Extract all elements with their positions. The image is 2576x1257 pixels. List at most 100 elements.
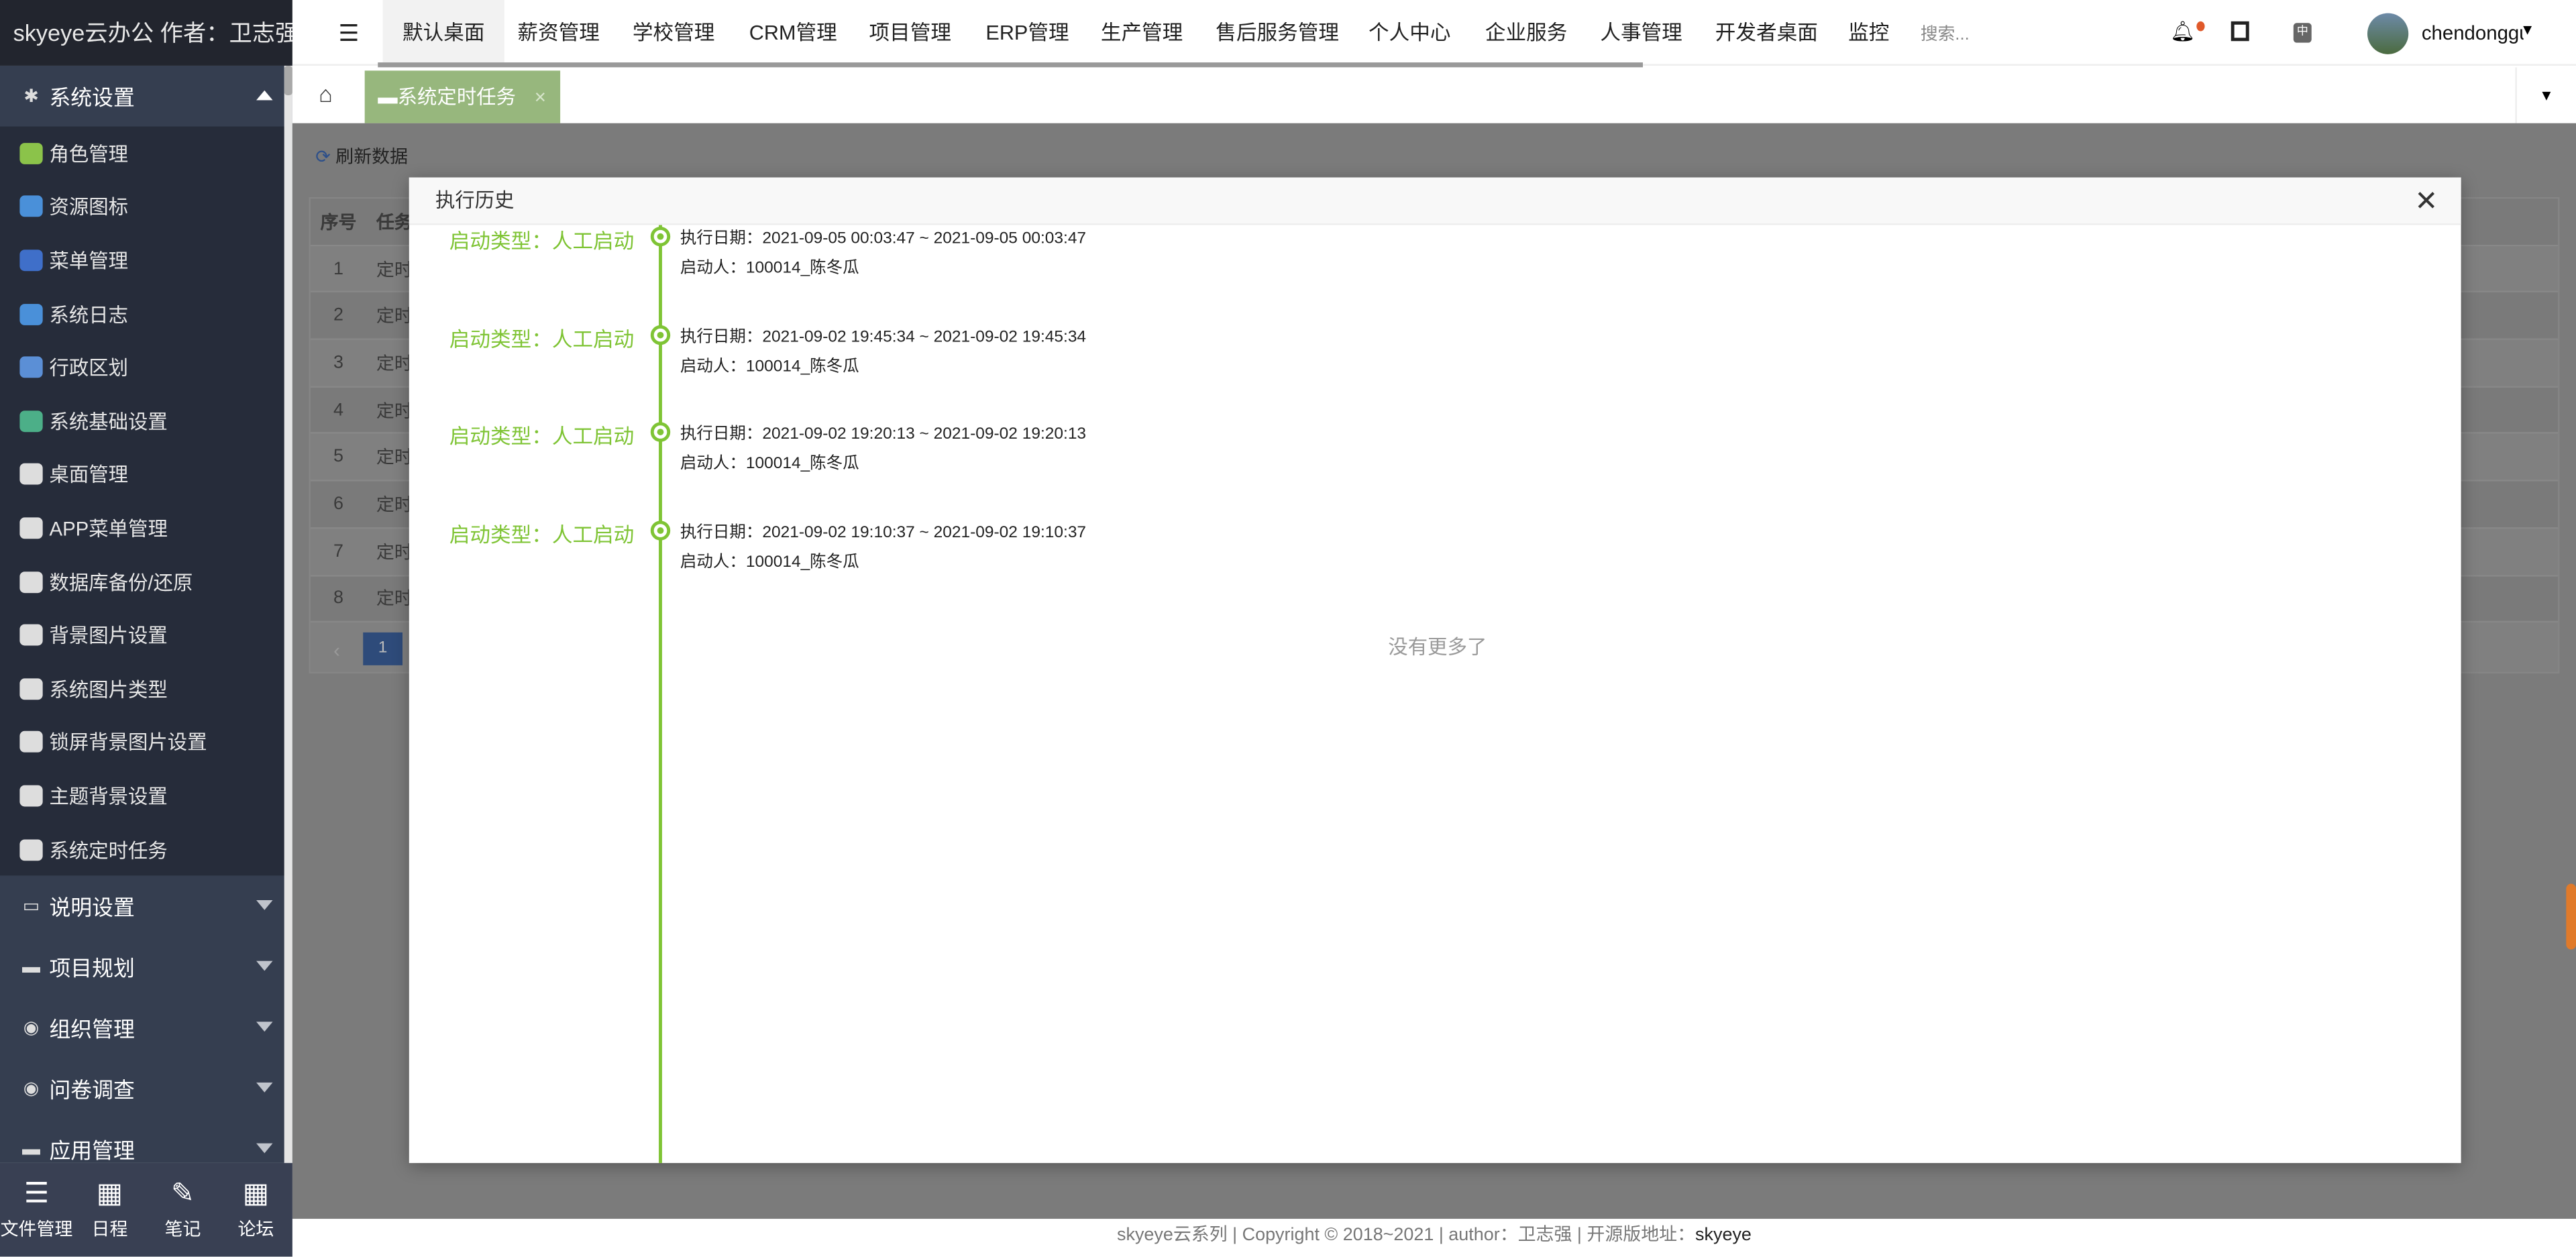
sidebar-item[interactable]: 资源图标 [0, 180, 292, 233]
avatar[interactable] [2367, 13, 2409, 54]
menu-collapse-icon[interactable]: ☰ [338, 19, 359, 48]
fullscreen-icon[interactable] [2231, 21, 2249, 42]
top-menu-item[interactable]: 售后服务管理 [1216, 0, 1339, 62]
top-menu-item[interactable]: 薪资管理 [517, 0, 599, 62]
timeline-entry: 执行日期：2021-09-02 19:20:13 ~ 2021-09-02 19… [680, 421, 1086, 480]
sidebar-scrollbar-thumb[interactable] [284, 65, 292, 96]
execution-date: 执行日期：2021-09-02 19:10:37 ~ 2021-09-02 19… [680, 524, 1087, 543]
shortcut-button[interactable]: ▦ 论坛 [219, 1163, 292, 1257]
sidebar-item-label: 主题背景设置 [49, 785, 168, 808]
table-cell: 7 [333, 541, 343, 561]
table-cell: 定时 [376, 260, 413, 280]
top-menu-item[interactable]: 生产管理 [1101, 0, 1183, 62]
sidebar-item[interactable]: 锁屏背景图片设置 [0, 716, 292, 769]
top-menu-item[interactable]: CRM管理 [749, 0, 837, 62]
calendar-icon: ▦ [242, 1177, 270, 1209]
prev-page-button[interactable]: ‹ [333, 639, 340, 662]
shortcut-button[interactable]: ▦ 日程 [73, 1163, 146, 1257]
chevron-up-icon [256, 90, 273, 101]
search-input[interactable]: 搜索... [1921, 21, 1970, 46]
top-menu-item[interactable]: 人事管理 [1600, 0, 1682, 62]
sidebar-item[interactable]: 系统定时任务 [0, 822, 292, 876]
close-icon[interactable]: ✕ [2414, 186, 2438, 219]
sidebar-item[interactable]: 行政区划 [0, 341, 292, 394]
footer-link[interactable]: skyeye [1695, 1225, 1752, 1245]
sidebar-item[interactable]: APP菜单管理 [0, 501, 292, 555]
sidebar-item[interactable]: 数据库备份/还原 [0, 555, 292, 608]
table-cell: 定时 [376, 307, 413, 327]
sidebar-item[interactable]: 角色管理 [0, 127, 292, 180]
menu-scrollbar[interactable] [378, 62, 1643, 68]
sidebar-group[interactable]: ▬ 应用管理 [0, 1119, 292, 1163]
start-type-label: 启动类型：人工启动 [449, 426, 635, 449]
starter: 启动人：100014_陈冬瓜 [680, 455, 859, 474]
sidebar-item[interactable]: 系统基础设置 [0, 394, 292, 448]
sidebar-group[interactable]: ▬ 项目规划 [0, 937, 292, 998]
sidebar-item-label: 行政区划 [49, 356, 129, 380]
shortcut-button[interactable]: ✎ 笔记 [146, 1163, 219, 1257]
sidebar-item[interactable]: 桌面管理 [0, 448, 292, 502]
sidebar-item[interactable]: 系统日志 [0, 287, 292, 341]
shortcut-label: 论坛 [237, 1220, 274, 1240]
chevron-down-icon [256, 1144, 273, 1154]
footer-text: skyeye云系列 | Copyright © 2018~2021 | auth… [1117, 1225, 1696, 1246]
caret-down-icon[interactable]: ▼ [2520, 21, 2535, 38]
edit-icon: ✎ [171, 1177, 195, 1209]
table-cell: 定时 [376, 354, 413, 375]
page-button[interactable]: 1 [363, 632, 403, 665]
sidebar-group-label: 系统设置 [49, 85, 135, 111]
modal-title: 执行历史 [435, 188, 515, 212]
sidebar-item[interactable]: 主题背景设置 [0, 769, 292, 822]
sidebar-scrollbar[interactable] [284, 65, 292, 1163]
bell-icon[interactable]: 🔔︎ [2170, 19, 2195, 42]
page-scrollbar-thumb[interactable] [2566, 883, 2576, 950]
top-menu-item[interactable]: 监控 [1848, 0, 1892, 62]
execution-date: 执行日期：2021-09-05 00:03:47 ~ 2021-09-05 00… [680, 229, 1087, 248]
archive-icon [19, 838, 43, 861]
sidebar-item-label: 背景图片设置 [49, 624, 168, 648]
execution-date: 执行日期：2021-09-02 19:20:13 ~ 2021-09-02 19… [680, 426, 1087, 445]
starter: 启动人：100014_陈冬瓜 [680, 358, 859, 376]
settings-icon [19, 410, 43, 432]
starter: 启动人：100014_陈冬瓜 [680, 259, 859, 278]
chevron-down-icon [256, 900, 273, 911]
top-menu-item[interactable]: 企业服务 [1485, 0, 1567, 62]
home-icon[interactable]: ⌂ [319, 80, 333, 107]
region-icon [19, 356, 43, 378]
close-icon[interactable]: × [535, 85, 546, 108]
sidebar-item[interactable]: 系统图片类型 [0, 662, 292, 716]
tab-scheduled-tasks[interactable]: ▬系统定时任务 × [364, 70, 561, 123]
timeline-dot-icon [650, 226, 671, 247]
sidebar-item-label: 系统日志 [49, 303, 129, 327]
execution-date: 执行日期：2021-09-02 19:45:34 ~ 2021-09-02 19… [680, 328, 1087, 346]
sidebar-item[interactable]: 背景图片设置 [0, 608, 292, 662]
refresh-button[interactable]: ⟳ 刷新数据 [315, 143, 408, 169]
table-cell: 定时 [376, 402, 413, 422]
tab-menu-dropdown[interactable]: ▼ [2515, 67, 2576, 123]
table-cell: 定时 [376, 590, 413, 610]
table-cell: 1 [333, 258, 343, 279]
sidebar-group-system-settings[interactable]: ✱ 系统设置 [0, 66, 292, 127]
start-type-label: 启动类型：人工启动 [449, 229, 635, 254]
top-menu-item[interactable]: 个人中心 [1368, 0, 1450, 62]
top-menu-item[interactable]: 默认桌面 [382, 0, 504, 63]
sidebar-item[interactable]: 菜单管理 [0, 233, 292, 287]
top-menu-item[interactable]: ERP管理 [985, 0, 1069, 62]
username[interactable]: chendonggua [2422, 21, 2524, 44]
sidebar-group[interactable]: ◉ 问卷调查 [0, 1058, 292, 1119]
top-menu-item[interactable]: 学校管理 [633, 0, 714, 62]
language-icon[interactable]: 中 [2293, 23, 2312, 43]
notification-dot [2196, 21, 2205, 32]
image-icon [19, 624, 43, 646]
archive-icon: ▬ [22, 1140, 41, 1160]
sidebar-group[interactable]: ◉ 组织管理 [0, 997, 292, 1058]
sidebar-group-label: 问卷调查 [49, 1078, 135, 1103]
sidebar-group[interactable]: ▭ 说明设置 [0, 876, 292, 937]
sidebar-item-label: 角色管理 [49, 142, 129, 166]
column-header: 序号 [320, 213, 357, 233]
top-menu-item[interactable]: 项目管理 [869, 0, 951, 62]
shortcut-button[interactable]: ☰ 文件管理 [0, 1163, 73, 1257]
resource-icon [19, 196, 43, 218]
calendar-icon: ▦ [96, 1177, 123, 1209]
top-menu-item[interactable]: 开发者桌面 [1715, 0, 1818, 62]
